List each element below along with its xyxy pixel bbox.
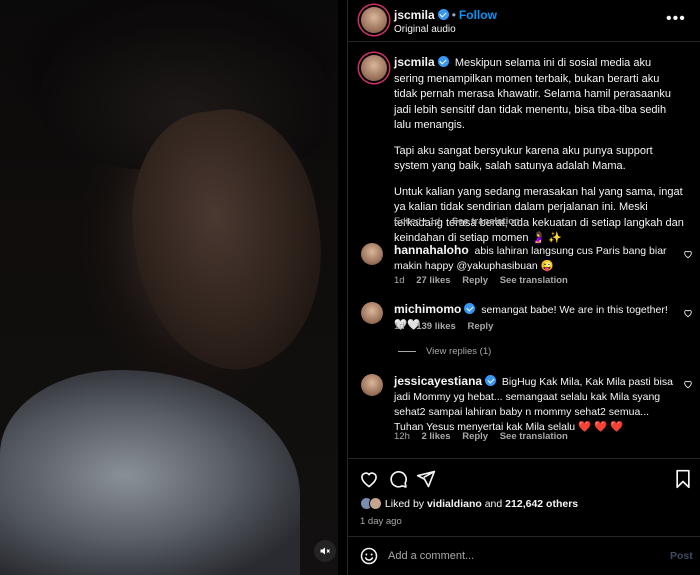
speaker-muted-icon (320, 547, 330, 555)
save-bookmark-icon[interactable] (673, 469, 693, 489)
liker-avatar (369, 497, 382, 510)
author-avatar[interactable] (361, 7, 387, 33)
post-action-bar (348, 458, 700, 498)
liked-by-count[interactable]: 212,642 others (505, 498, 578, 510)
commenter-username[interactable]: michimomo (394, 302, 461, 316)
post-header: jscmila • Follow Original audio ••• (348, 0, 700, 42)
verified-badge-icon (437, 9, 449, 20)
comment-bubble-icon[interactable] (388, 469, 408, 489)
like-comment-heart-icon[interactable] (683, 308, 693, 318)
comment-likes[interactable]: 2 likes (422, 431, 451, 442)
liked-by-prefix: Liked by (384, 498, 425, 510)
post-media-video[interactable] (0, 0, 338, 575)
reply-button[interactable]: Reply (467, 321, 493, 332)
view-replies-label: View replies (1) (426, 346, 492, 357)
see-translation-link[interactable]: See translation (500, 431, 568, 442)
post-side-panel: jscmila • Follow Original audio ••• jscmil… (347, 0, 700, 575)
reply-button[interactable]: Reply (462, 431, 488, 442)
like-heart-icon[interactable] (359, 469, 379, 489)
commenter-avatar[interactable] (361, 374, 383, 396)
comment-text: hannahaloho abis lahiran langsung cus Pa… (394, 243, 674, 274)
author-username[interactable]: jscmila (394, 8, 435, 22)
like-comment-heart-icon[interactable] (683, 379, 693, 389)
caption-paragraph-2: Tapi aku sangat bersyukur karena aku pun… (394, 144, 653, 173)
media-shirt-shape (0, 370, 300, 575)
comment-meta: 1d 27 likes Reply See translation (394, 275, 577, 286)
comment-text: jessicayestiana BigHug Kak Mila, Kak Mil… (394, 374, 674, 435)
comment-time: 1d (394, 321, 405, 332)
edited-label: Edited • 1d (394, 216, 441, 227)
emoji-picker-icon[interactable] (360, 547, 378, 565)
post-time[interactable]: 1 day ago (360, 516, 402, 527)
comment-meta: 1d 139 likes Reply (394, 321, 502, 332)
comment-time: 1d (394, 275, 405, 286)
see-translation-link[interactable]: See translation (452, 216, 520, 227)
verified-badge-icon (485, 375, 497, 386)
caption-username[interactable]: jscmila (394, 55, 435, 69)
post-comment-button[interactable]: Post (670, 550, 693, 562)
liked-by-user[interactable]: vidialdiano (427, 498, 482, 510)
commenter-avatar[interactable] (361, 302, 383, 324)
liked-by-and: and (484, 498, 503, 510)
see-translation-link[interactable]: See translation (500, 275, 568, 286)
caption-paragraph-1: Meskipun selama ini di sosial media aku … (394, 57, 671, 131)
like-comment-heart-icon[interactable] (683, 249, 693, 259)
comment-likes[interactable]: 27 likes (416, 275, 450, 286)
commenter-username[interactable]: hannahaloho (394, 243, 469, 257)
view-replies-button[interactable]: View replies (1) (398, 346, 491, 357)
follow-button[interactable]: Follow (459, 8, 497, 22)
original-audio-link[interactable]: Original audio (394, 24, 456, 35)
add-comment-bar: Post (348, 536, 700, 575)
caption-meta: Edited • 1d See translation (394, 216, 529, 227)
commenter-avatar[interactable] (361, 243, 383, 265)
commenter-username[interactable]: jessicayestiana (394, 374, 482, 388)
mute-button[interactable] (314, 540, 336, 562)
comment-meta: 12h 2 likes Reply See translation (394, 431, 577, 442)
share-send-icon[interactable] (416, 469, 436, 489)
separator-dot: • (451, 8, 456, 22)
verified-badge-icon (437, 56, 449, 67)
comment-input[interactable] (388, 546, 628, 566)
comment-time: 12h (394, 431, 410, 442)
likes-summary: Liked by vidialdiano and 212,642 others (360, 497, 578, 510)
comment-likes[interactable]: 139 likes (416, 321, 456, 332)
more-options-button[interactable]: ••• (666, 10, 686, 28)
reply-button[interactable]: Reply (462, 275, 488, 286)
caption-avatar[interactable] (361, 55, 387, 81)
replies-divider-line (398, 350, 416, 352)
header-user-line: jscmila • Follow (394, 8, 497, 22)
verified-badge-icon (464, 303, 476, 314)
